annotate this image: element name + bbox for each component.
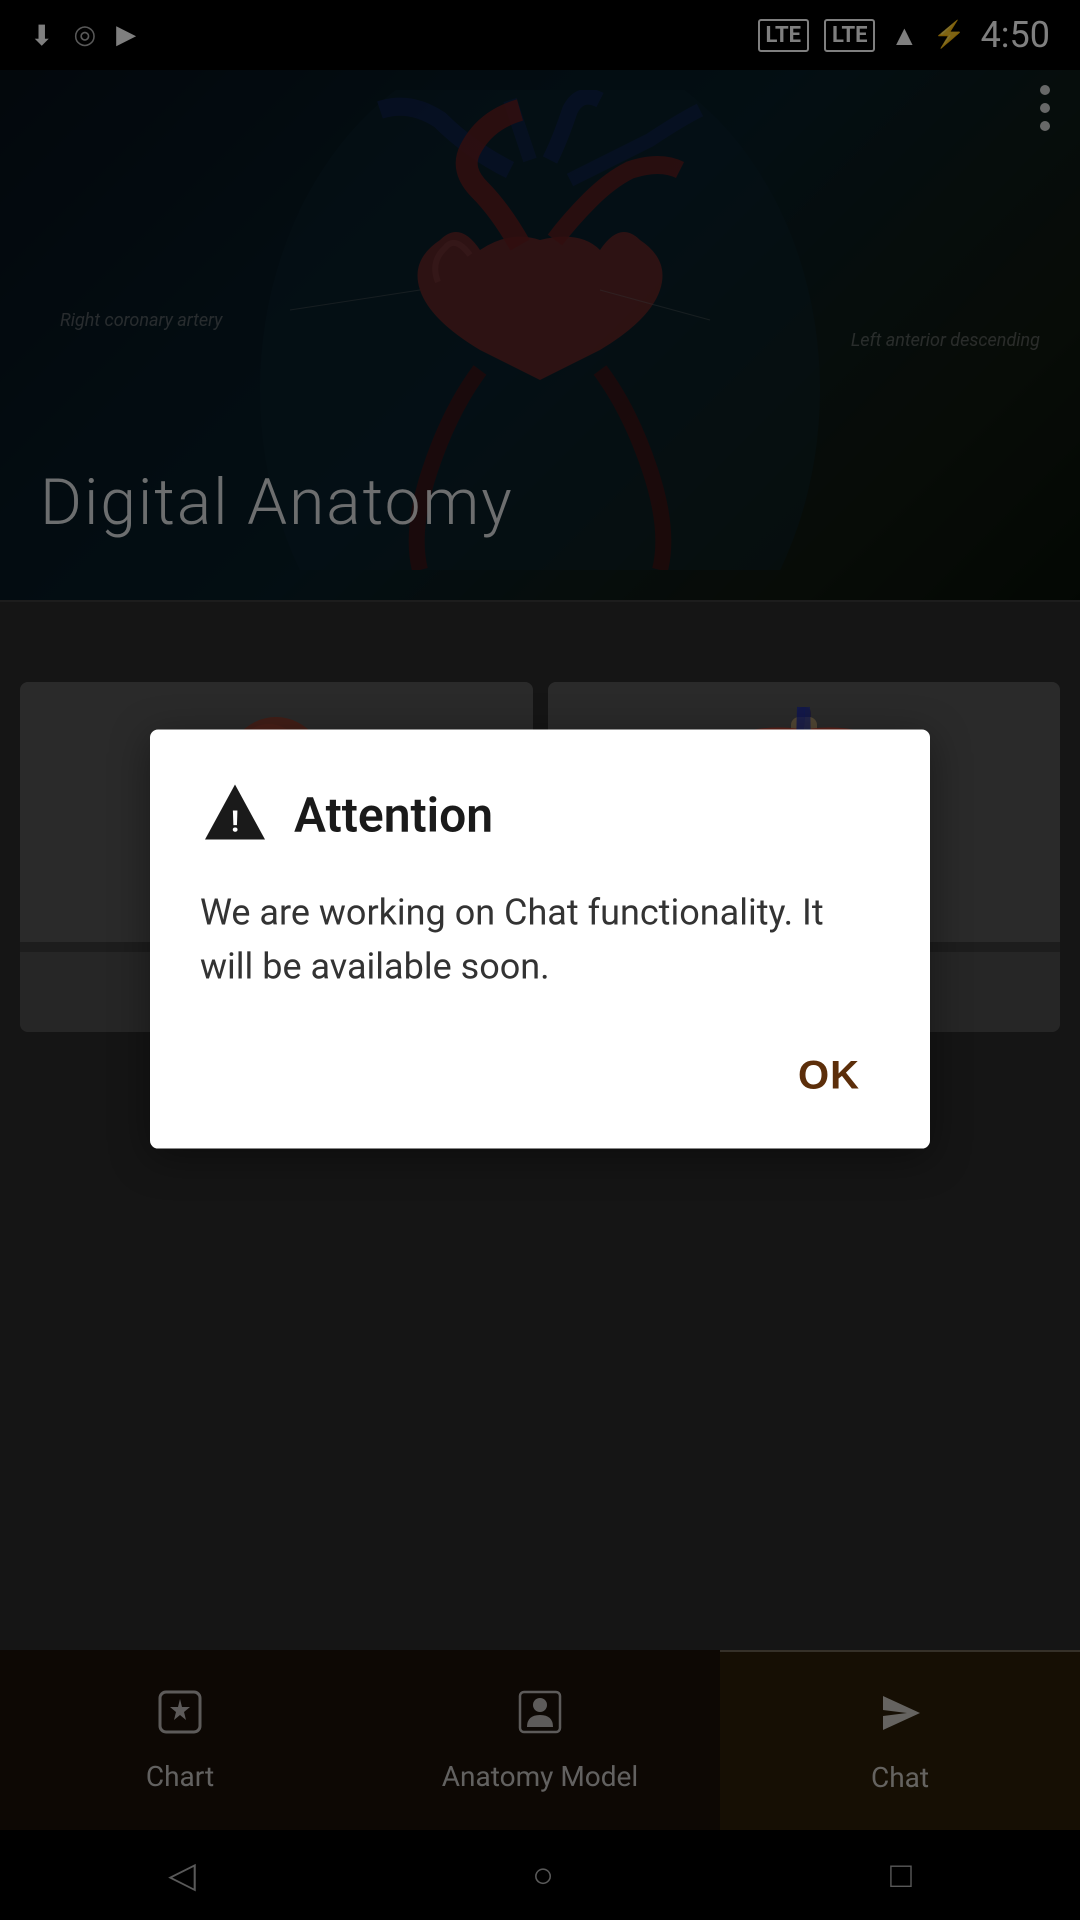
dialog-message: We are working on Chat functionality. It… bbox=[200, 886, 880, 994]
warning-icon: ! bbox=[200, 780, 270, 850]
attention-dialog: ! Attention We are working on Chat funct… bbox=[150, 730, 930, 1149]
dialog-actions: OK bbox=[200, 1044, 880, 1109]
dialog-header: ! Attention bbox=[200, 780, 880, 850]
dialog-title: Attention bbox=[294, 786, 493, 843]
svg-text:!: ! bbox=[231, 805, 239, 840]
dialog-ok-button[interactable]: OK bbox=[778, 1044, 880, 1109]
